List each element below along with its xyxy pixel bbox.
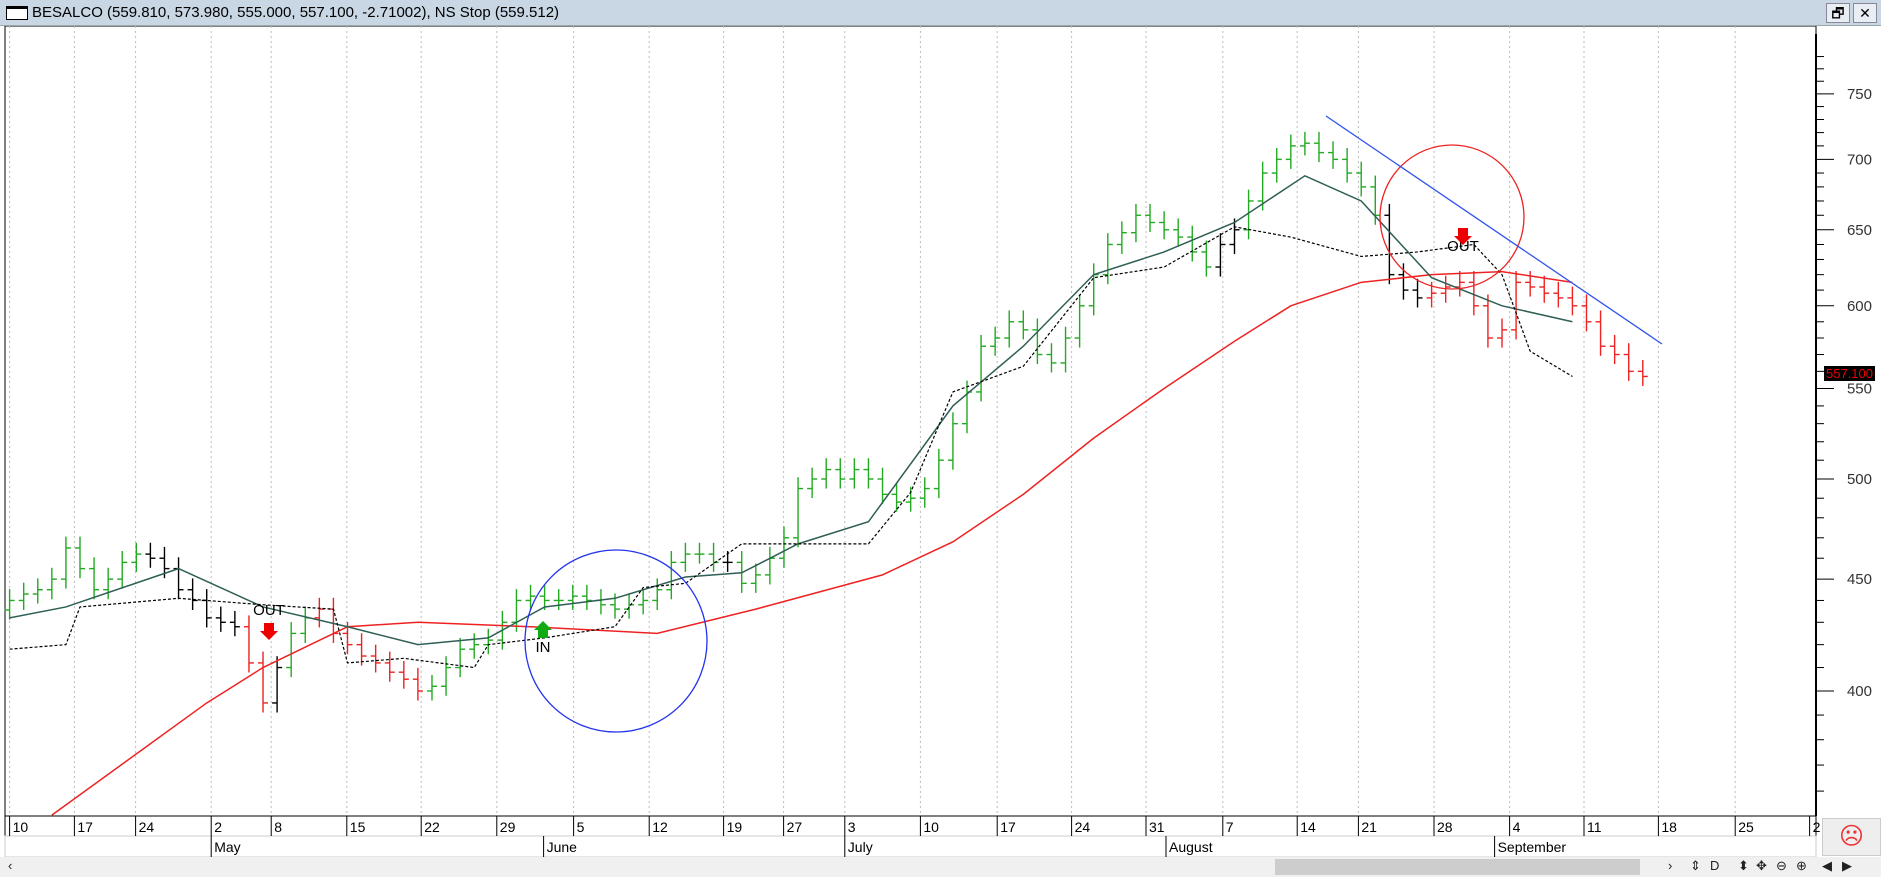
restore-button[interactable]: 🗗: [1826, 3, 1850, 23]
x-tick-label: 21: [1361, 819, 1377, 835]
x-tick-label: 14: [1300, 819, 1316, 835]
y-tick-label: 500: [1847, 471, 1872, 488]
y-tick-label: 450: [1847, 571, 1872, 588]
window-icon: [6, 5, 28, 20]
x-tick-label: 24: [1075, 819, 1091, 835]
x-tick-label: 28: [1437, 819, 1453, 835]
autoscale-button[interactable]: ⇕: [1690, 858, 1701, 874]
daily-button[interactable]: D: [1710, 858, 1719, 873]
title-bar: BESALCO (559.810, 573.980, 555.000, 557.…: [0, 0, 1881, 26]
y-tick-label: 600: [1847, 298, 1872, 315]
x-tick-label: 8: [274, 819, 282, 835]
x-tick-label: 2: [214, 819, 222, 835]
month-label: May: [214, 839, 240, 855]
prev-button[interactable]: ◀: [1822, 858, 1832, 874]
x-tick-label: 25: [1738, 819, 1754, 835]
scroll-right-button[interactable]: ›: [1668, 858, 1672, 873]
price-chart[interactable]: 40045050055060065070075010 17 24 2 8 15 22 29 5 1…: [0, 26, 1881, 857]
scroll-left-button[interactable]: ‹: [8, 858, 12, 873]
month-label: June: [547, 839, 578, 855]
next-button[interactable]: ▶: [1842, 858, 1852, 874]
horizontal-scrollbar[interactable]: ‹ › ⇕ D ⬍ ✥ ⊖ ⊕ ◀ ▶: [0, 857, 1881, 877]
x-tick-label: 29: [500, 819, 516, 835]
x-tick-label: 31: [1149, 819, 1165, 835]
zoom-in-button[interactable]: ⊕: [1796, 858, 1807, 874]
x-tick-label: 17: [77, 819, 93, 835]
x-tick-label: 12: [652, 819, 668, 835]
y-tick-label: 400: [1847, 683, 1872, 700]
last-price-label: 557.100: [1824, 366, 1875, 381]
month-label: August: [1169, 839, 1213, 855]
x-tick-label: 10: [923, 819, 939, 835]
y-tick-label: 650: [1847, 222, 1872, 239]
x-tick-label: 11: [1587, 819, 1602, 835]
x-tick-label: 24: [139, 819, 155, 835]
scroll-thumb[interactable]: [1275, 859, 1640, 875]
y-tick-label: 750: [1847, 86, 1872, 103]
sad-face-icon: ☹: [1822, 818, 1881, 856]
x-tick-label: 17: [1000, 819, 1016, 835]
x-tick-label: 10: [13, 819, 29, 835]
x-tick-label: 7: [1226, 819, 1234, 835]
x-tick-label: 19: [727, 819, 743, 835]
x-tick-label: 27: [787, 819, 803, 835]
month-label: July: [848, 839, 873, 855]
in-label: IN: [536, 639, 551, 656]
x-tick-label: 4: [1513, 819, 1521, 835]
x-tick-label: 22: [424, 819, 440, 835]
close-button[interactable]: ✕: [1853, 3, 1877, 23]
x-tick-label: 3: [848, 819, 856, 835]
vertical-zoom-button[interactable]: ⬍: [1738, 858, 1749, 874]
x-tick-label: 15: [350, 819, 366, 835]
pan-button[interactable]: ✥: [1756, 858, 1767, 874]
y-tick-label: 550: [1847, 380, 1872, 397]
x-tick-label: 18: [1661, 819, 1677, 835]
x-tick-label: 5: [577, 819, 585, 835]
out-label: OUT: [253, 602, 285, 619]
window-title: BESALCO (559.810, 573.980, 555.000, 557.…: [32, 4, 560, 21]
month-label: September: [1498, 839, 1567, 855]
y-tick-label: 700: [1847, 151, 1872, 168]
zoom-out-button[interactable]: ⊖: [1776, 858, 1787, 874]
x-tick-label: 2: [1813, 819, 1821, 835]
